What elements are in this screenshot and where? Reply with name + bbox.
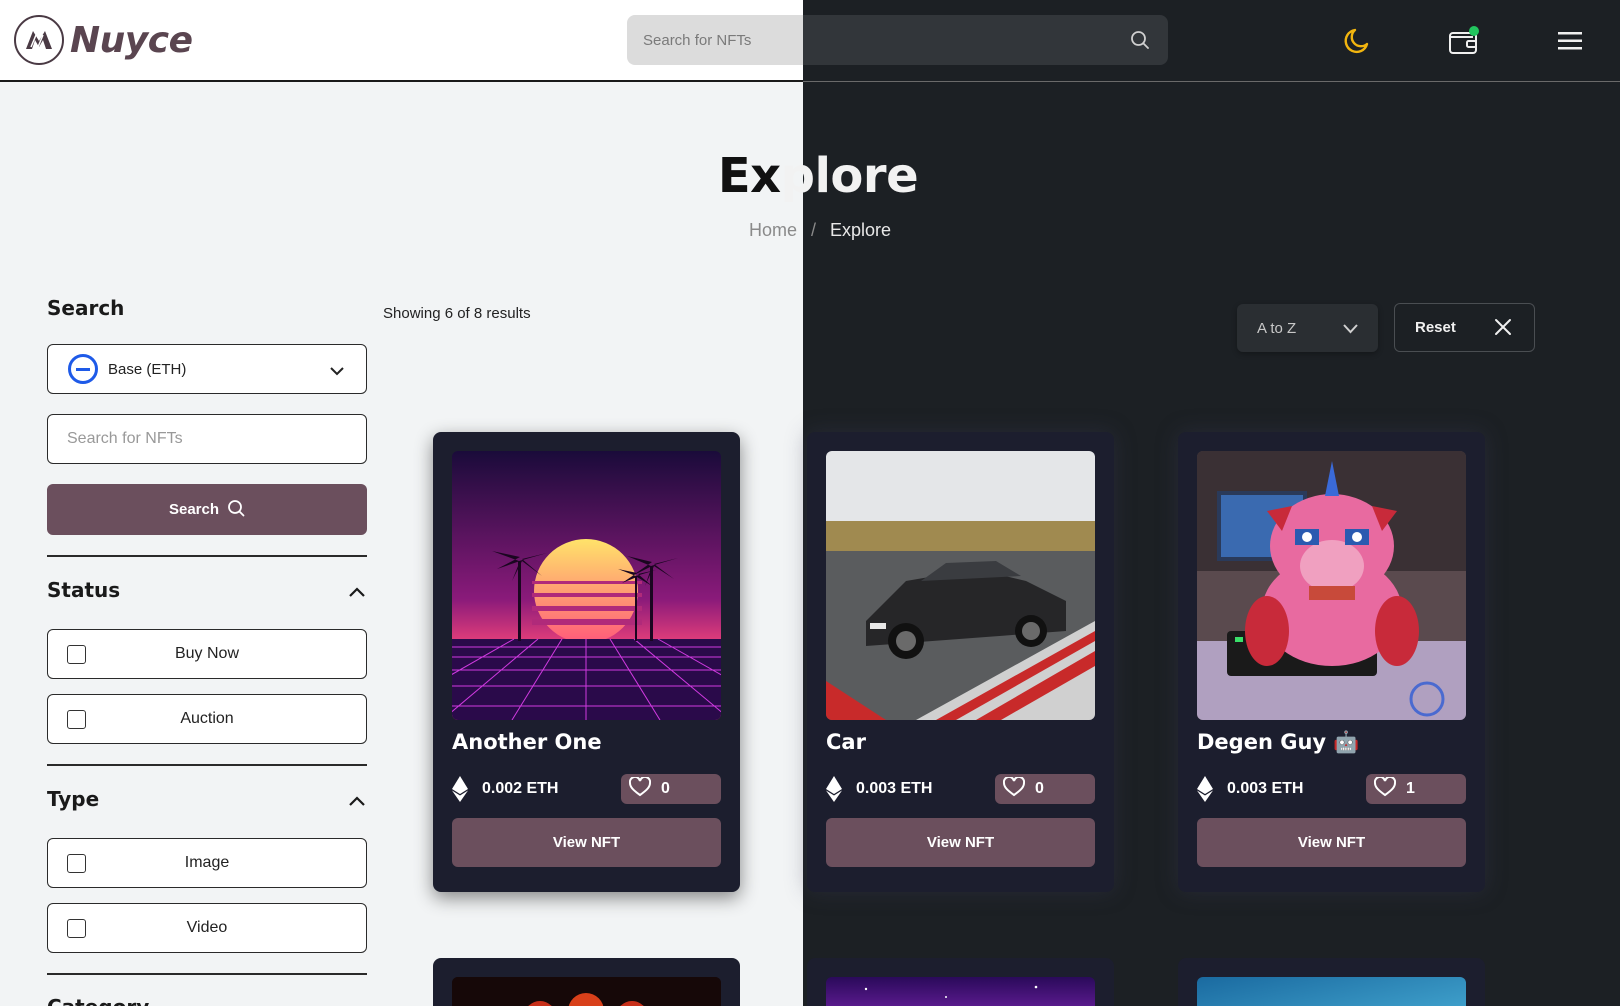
nft-name: Another One (452, 730, 602, 754)
chevron-down-icon (330, 363, 344, 381)
close-icon (1494, 318, 1512, 340)
search-icon (227, 499, 245, 521)
header-search[interactable] (627, 15, 1168, 65)
ethereum-icon (826, 776, 842, 807)
view-nft-button[interactable]: View NFT (826, 818, 1095, 867)
like-button[interactable]: 0 (621, 774, 721, 804)
heart-icon (1002, 775, 1026, 802)
nft-price: 0.002 ETH (482, 780, 559, 797)
breadcrumb-home[interactable]: Home (749, 220, 797, 241)
header: Nuyce (0, 0, 1620, 82)
nft-card[interactable] (1178, 958, 1485, 1006)
search-icon[interactable] (1130, 30, 1150, 50)
status-heading[interactable]: Status (47, 578, 120, 602)
view-nft-button[interactable]: View NFT (452, 818, 721, 867)
checkbox[interactable] (67, 854, 86, 873)
nft-card[interactable] (433, 958, 740, 1006)
nft-card[interactable] (807, 958, 1114, 1006)
nft-card[interactable]: Car 0.003 ETH 0 View NFT (807, 432, 1114, 892)
breadcrumb: Home / Explore (749, 220, 891, 241)
results-count: Showing 6 of 8 results (383, 305, 531, 322)
sidebar-search-button[interactable]: Search (47, 484, 367, 535)
status-option-auction[interactable]: Auction (47, 694, 367, 744)
nft-image-partial[interactable] (1197, 977, 1466, 1006)
divider (47, 764, 367, 766)
nft-price-row: 0.003 ETH 0 (826, 774, 1095, 804)
heart-icon (628, 775, 652, 802)
chain-select[interactable]: Base (ETH) (47, 344, 367, 394)
ethereum-icon (452, 776, 468, 807)
checkbox[interactable] (67, 645, 86, 664)
reset-button-label: Reset (1415, 319, 1456, 336)
sidebar-search-input[interactable] (47, 414, 367, 464)
wallet-icon[interactable] (1447, 24, 1481, 58)
like-count: 0 (661, 780, 670, 797)
sort-select[interactable]: A to Z (1237, 304, 1378, 352)
type-heading[interactable]: Type (47, 787, 99, 811)
nft-price-row: 0.002 ETH 0 (452, 774, 721, 804)
type-option-video[interactable]: Video (47, 903, 367, 953)
nft-price: 0.003 ETH (856, 780, 933, 797)
reset-button[interactable]: Reset (1394, 303, 1535, 352)
logo-mark-icon (14, 15, 64, 65)
breadcrumb-current: Explore (830, 220, 892, 240)
divider (47, 555, 367, 557)
like-count: 1 (1406, 780, 1415, 797)
page-title: Explore (717, 148, 919, 204)
brand-name: Nuyce (70, 19, 193, 61)
chevron-down-icon (1343, 321, 1358, 338)
chain-select-label: Base (ETH) (108, 360, 187, 378)
breadcrumb-separator: / (811, 220, 817, 240)
search-heading: Search (47, 296, 125, 320)
view-nft-button[interactable]: View NFT (1197, 818, 1466, 867)
nft-price: 0.003 ETH (1227, 780, 1304, 797)
nft-image-synthwave-sunset[interactable] (452, 451, 721, 720)
nft-name: Degen Guy 🤖 (1197, 730, 1360, 754)
checkbox[interactable] (67, 919, 86, 938)
sort-select-value: A to Z (1257, 319, 1297, 337)
nft-card[interactable]: Another One 0.002 ETH 0 View NFT (433, 432, 740, 892)
search-button-label: Search (168, 501, 220, 518)
moon-icon[interactable] (1339, 24, 1373, 58)
category-heading[interactable]: Category (47, 995, 149, 1006)
like-count: 0 (1035, 780, 1044, 797)
ethereum-icon (1197, 776, 1213, 807)
chevron-up-icon[interactable] (349, 584, 365, 602)
base-chain-icon (68, 354, 98, 384)
nft-image-car[interactable] (826, 451, 1095, 720)
filter-sidebar: Search Base (ETH) Search Status Buy Now … (47, 296, 367, 1006)
chevron-up-icon[interactable] (349, 793, 365, 811)
like-button[interactable]: 0 (995, 774, 1095, 804)
nft-card[interactable]: Degen Guy 🤖 0.003 ETH 1 View NFT (1178, 432, 1485, 892)
nft-image-partial[interactable] (826, 977, 1095, 1006)
hamburger-menu-icon[interactable] (1553, 24, 1587, 58)
status-option-buy-now[interactable]: Buy Now (47, 629, 367, 679)
nft-image-partial[interactable] (452, 977, 721, 1006)
type-option-image[interactable]: Image (47, 838, 367, 888)
nft-image-degen-plush[interactable] (1197, 451, 1466, 720)
logo[interactable]: Nuyce (14, 15, 193, 65)
heart-icon (1373, 775, 1397, 802)
header-search-input[interactable] (627, 15, 1168, 65)
nft-name: Car (826, 730, 866, 754)
checkbox[interactable] (67, 710, 86, 729)
divider (47, 973, 367, 975)
nft-price-row: 0.003 ETH 1 (1197, 774, 1466, 804)
like-button[interactable]: 1 (1366, 774, 1466, 804)
